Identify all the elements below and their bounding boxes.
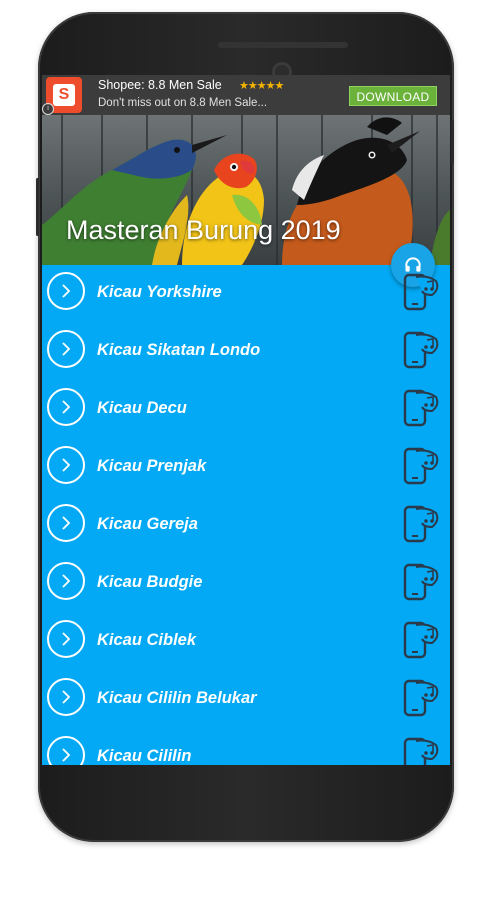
list-item[interactable]: Kicau Prenjak [42,439,450,497]
chevron-right-icon [62,690,71,704]
list-item-label: Kicau Gereja [97,515,198,533]
phone-music-icon[interactable] [402,445,442,487]
ad-title: Shopee: 8.8 Men Sale [98,78,222,92]
play-button[interactable] [47,446,85,484]
list-item-label: Kicau Yorkshire [97,283,222,301]
chevron-right-icon [62,342,71,356]
chevron-right-icon [62,516,71,530]
list-item-label: Kicau Cililin [97,747,192,765]
ad-rating-stars: ★★★★★ [239,80,284,92]
ad-info-icon[interactable]: i [42,103,54,115]
page-title: Masteran Burung 2019 [66,215,341,245]
chevron-right-icon [62,458,71,472]
list-item[interactable]: Kicau Cililin Belukar [42,671,450,729]
list-item[interactable]: Kicau Sikatan Londo [42,323,450,381]
phone-music-icon[interactable] [402,677,442,719]
play-button[interactable] [47,504,85,542]
phone-music-icon[interactable] [402,619,442,661]
list-item-label: Kicau Budgie [97,573,203,591]
list-item[interactable]: Kicau Budgie [42,555,450,613]
app-screen: S i Shopee: 8.8 Men Sale ★★★★★ Don't mis… [42,75,450,765]
list-item[interactable]: Kicau Yorkshire [42,265,450,323]
chevron-right-icon [62,400,71,414]
list-item-label: Kicau Prenjak [97,457,207,475]
play-button[interactable] [47,736,85,765]
shopee-bag-icon: S [53,84,75,106]
ad-banner[interactable]: S i Shopee: 8.8 Men Sale ★★★★★ Don't mis… [42,75,450,115]
bottom-bezel [42,765,450,825]
phone-music-icon[interactable] [402,271,442,313]
list-item[interactable]: Kicau Ciblek [42,613,450,671]
play-button[interactable] [47,678,85,716]
phone-music-icon[interactable] [402,735,442,765]
phone-music-icon[interactable] [402,503,442,545]
list-item[interactable]: Kicau Gereja [42,497,450,555]
phone-music-icon[interactable] [402,561,442,603]
earpiece-speaker [218,42,348,48]
list-item[interactable]: Kicau Cililin [42,729,450,765]
play-button[interactable] [47,388,85,426]
list-item[interactable]: Kicau Decu [42,381,450,439]
list-item-label: Kicau Decu [97,399,187,417]
list-item-label: Kicau Sikatan Londo [97,341,261,359]
play-button[interactable] [47,330,85,368]
phone-music-icon[interactable] [402,329,442,371]
header-banner: Masteran Burung 2019 [42,115,450,265]
phone-music-icon[interactable] [402,387,442,429]
chevron-right-icon [62,574,71,588]
play-button[interactable] [47,272,85,310]
chevron-right-icon [62,284,71,298]
chevron-right-icon [62,748,71,762]
chevron-right-icon [62,632,71,646]
ad-subtitle: Don't miss out on 8.8 Men Sale... [98,97,268,109]
ad-download-button[interactable]: DOWNLOAD [349,86,437,106]
volume-button [36,178,39,236]
play-button[interactable] [47,562,85,600]
play-button[interactable] [47,620,85,658]
list-item-label: Kicau Cililin Belukar [97,689,257,707]
power-button [451,120,454,164]
list-item-label: Kicau Ciblek [97,631,197,649]
